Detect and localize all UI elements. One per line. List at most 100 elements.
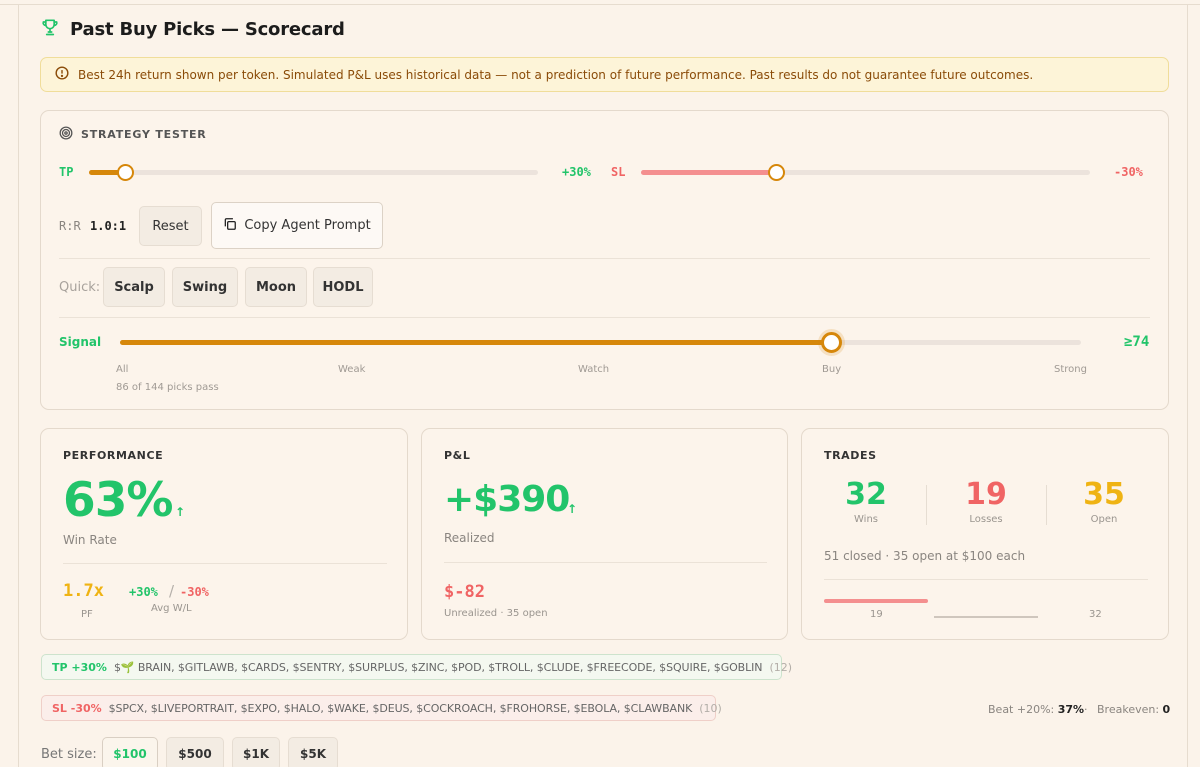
signal-value: ≥74 xyxy=(1124,334,1150,350)
losses-label: Losses xyxy=(969,514,1003,525)
losses-count: 19 xyxy=(965,477,1007,512)
wins-bar xyxy=(934,616,1038,618)
sl-tag: SL -30% xyxy=(52,701,102,715)
divider xyxy=(444,562,767,563)
open-stat: 35 Open xyxy=(1054,477,1154,525)
sl-count: (10) xyxy=(699,701,722,715)
avg-separator: / xyxy=(169,582,175,600)
top-border xyxy=(0,4,1200,5)
signal-tick-strong: Strong xyxy=(1054,364,1087,375)
realized-label: Realized xyxy=(444,531,495,545)
signal-slider-handle[interactable] xyxy=(820,332,842,353)
breakeven-stat: Breakeven: 0 xyxy=(1097,703,1171,716)
alert-circle-icon xyxy=(55,66,69,83)
sl-slider-handle[interactable] xyxy=(767,164,785,181)
bet-5k-button[interactable]: $5K xyxy=(288,737,338,767)
tp-slider-handle[interactable] xyxy=(116,164,134,181)
signal-slider-fill xyxy=(120,340,831,345)
trades-title: TRADES xyxy=(824,449,877,462)
losses-stat: 19 Losses xyxy=(934,477,1038,525)
trend-up-icon: ↑ xyxy=(175,505,186,519)
wins-stat: 32 Wins xyxy=(814,477,918,525)
tp-slider[interactable] xyxy=(89,164,538,181)
sl-label: SL xyxy=(611,165,626,179)
right-border xyxy=(1187,4,1188,767)
tp-count: (12) xyxy=(769,660,793,674)
signal-tick-watch: Watch xyxy=(578,364,610,375)
reset-button[interactable]: Reset xyxy=(139,206,202,246)
trophy-icon xyxy=(40,17,60,41)
tp-token-list: TP +30% $🌱 BRAIN, $GITLAWB, $CARDS, $SEN… xyxy=(41,654,792,680)
sl-token-names: $SPCX, $LIVEPORTRAIT, $EXPO, $HALO, $WAK… xyxy=(108,701,693,715)
bet-size-label: Bet size: xyxy=(41,747,97,762)
beat-stat: Beat +20%: 37% xyxy=(988,703,1085,716)
sl-value: -30% xyxy=(1114,165,1143,179)
divider xyxy=(59,258,1150,259)
strategy-tester-title: STRATEGY TESTER xyxy=(59,126,207,143)
open-label: Open xyxy=(1090,514,1118,525)
quick-hodl-button[interactable]: HODL xyxy=(313,267,373,307)
signal-slider[interactable] xyxy=(120,332,1081,353)
disclaimer-banner: Best 24h return shown per token. Simulat… xyxy=(40,57,1169,92)
strategy-tester-card: STRATEGY TESTER TP +30% SL -30% R:R 1.0:… xyxy=(40,110,1169,410)
avg-loss-value: -30% xyxy=(180,585,209,599)
open-count: 35 xyxy=(1083,477,1125,512)
losses-bar xyxy=(824,599,928,603)
signal-tick-weak: Weak xyxy=(338,364,366,375)
signal-label: Signal xyxy=(59,335,102,349)
copy-icon xyxy=(223,217,237,235)
signal-tick-all: All xyxy=(116,364,129,375)
quick-scalp-button[interactable]: Scalp xyxy=(103,267,165,307)
divider xyxy=(63,563,387,564)
avg-wl-label: Avg W/L xyxy=(151,603,192,614)
trades-summary: 51 closed · 35 open at $100 each xyxy=(824,549,1026,563)
disclaimer-text: Best 24h return shown per token. Simulat… xyxy=(78,67,1034,82)
quick-moon-button[interactable]: Moon xyxy=(245,267,307,307)
tp-label: TP xyxy=(59,165,74,179)
bet-100-button[interactable]: $100 xyxy=(102,737,158,767)
page-title: Past Buy Picks — Scorecard xyxy=(70,18,345,40)
tp-value: +30% xyxy=(562,165,591,179)
unrealized-label: Unrealized · 35 open xyxy=(444,608,548,619)
bet-1k-button[interactable]: $1K xyxy=(232,737,280,767)
copy-agent-prompt-button[interactable]: Copy Agent Prompt xyxy=(211,202,383,249)
win-rate-value: 63% xyxy=(63,473,173,528)
realized-pnl-value: +$390 xyxy=(444,479,570,520)
rr-label: R:R xyxy=(59,219,81,233)
signal-tick-buy: Buy xyxy=(822,364,842,375)
avg-win-value: +30% xyxy=(129,585,158,599)
sl-slider-fill xyxy=(641,170,776,175)
bet-500-button[interactable]: $500 xyxy=(166,737,224,767)
profit-factor-label: PF xyxy=(81,609,93,620)
wins-label: Wins xyxy=(854,514,878,525)
sl-slider[interactable] xyxy=(641,164,1090,181)
wins-bar-label: 32 xyxy=(1089,609,1102,620)
divider xyxy=(59,317,1150,318)
win-rate-label: Win Rate xyxy=(63,533,117,547)
quick-swing-button[interactable]: Swing xyxy=(172,267,238,307)
losses-bar-label: 19 xyxy=(870,609,883,620)
beat-value: 37% xyxy=(1057,703,1085,716)
quick-label: Quick: xyxy=(59,280,101,295)
performance-title: PERFORMANCE xyxy=(63,449,164,462)
tp-tag: TP +30% xyxy=(52,660,107,674)
divider xyxy=(926,485,927,525)
page-header: Past Buy Picks — Scorecard xyxy=(40,16,345,42)
left-border xyxy=(18,4,19,767)
pnl-title: P&L xyxy=(444,449,471,462)
divider xyxy=(824,579,1148,580)
rr-value: 1.0:1 xyxy=(90,219,127,233)
target-icon xyxy=(59,126,73,143)
trades-card: TRADES 32 Wins 19 Losses 35 Open 51 clos… xyxy=(801,428,1169,640)
tp-token-names: $🌱 BRAIN, $GITLAWB, $CARDS, $SENTRY, $SU… xyxy=(113,660,763,674)
trend-up-icon: ↑ xyxy=(567,502,578,516)
profit-factor-value: 1.7x xyxy=(63,581,104,601)
sl-token-list: SL -30% $SPCX, $LIVEPORTRAIT, $EXPO, $HA… xyxy=(41,695,722,721)
signal-pass-count: 86 of 144 picks pass xyxy=(116,382,219,393)
divider xyxy=(1046,485,1047,525)
wins-count: 32 xyxy=(845,477,887,512)
pnl-card: P&L +$390 ↑ Realized $-82 Unrealized · 3… xyxy=(421,428,788,640)
performance-card: PERFORMANCE 63% ↑ Win Rate 1.7x PF +30% … xyxy=(40,428,408,640)
unrealized-pnl-value: $-82 xyxy=(444,582,485,602)
stat-separator: · xyxy=(1084,703,1088,716)
